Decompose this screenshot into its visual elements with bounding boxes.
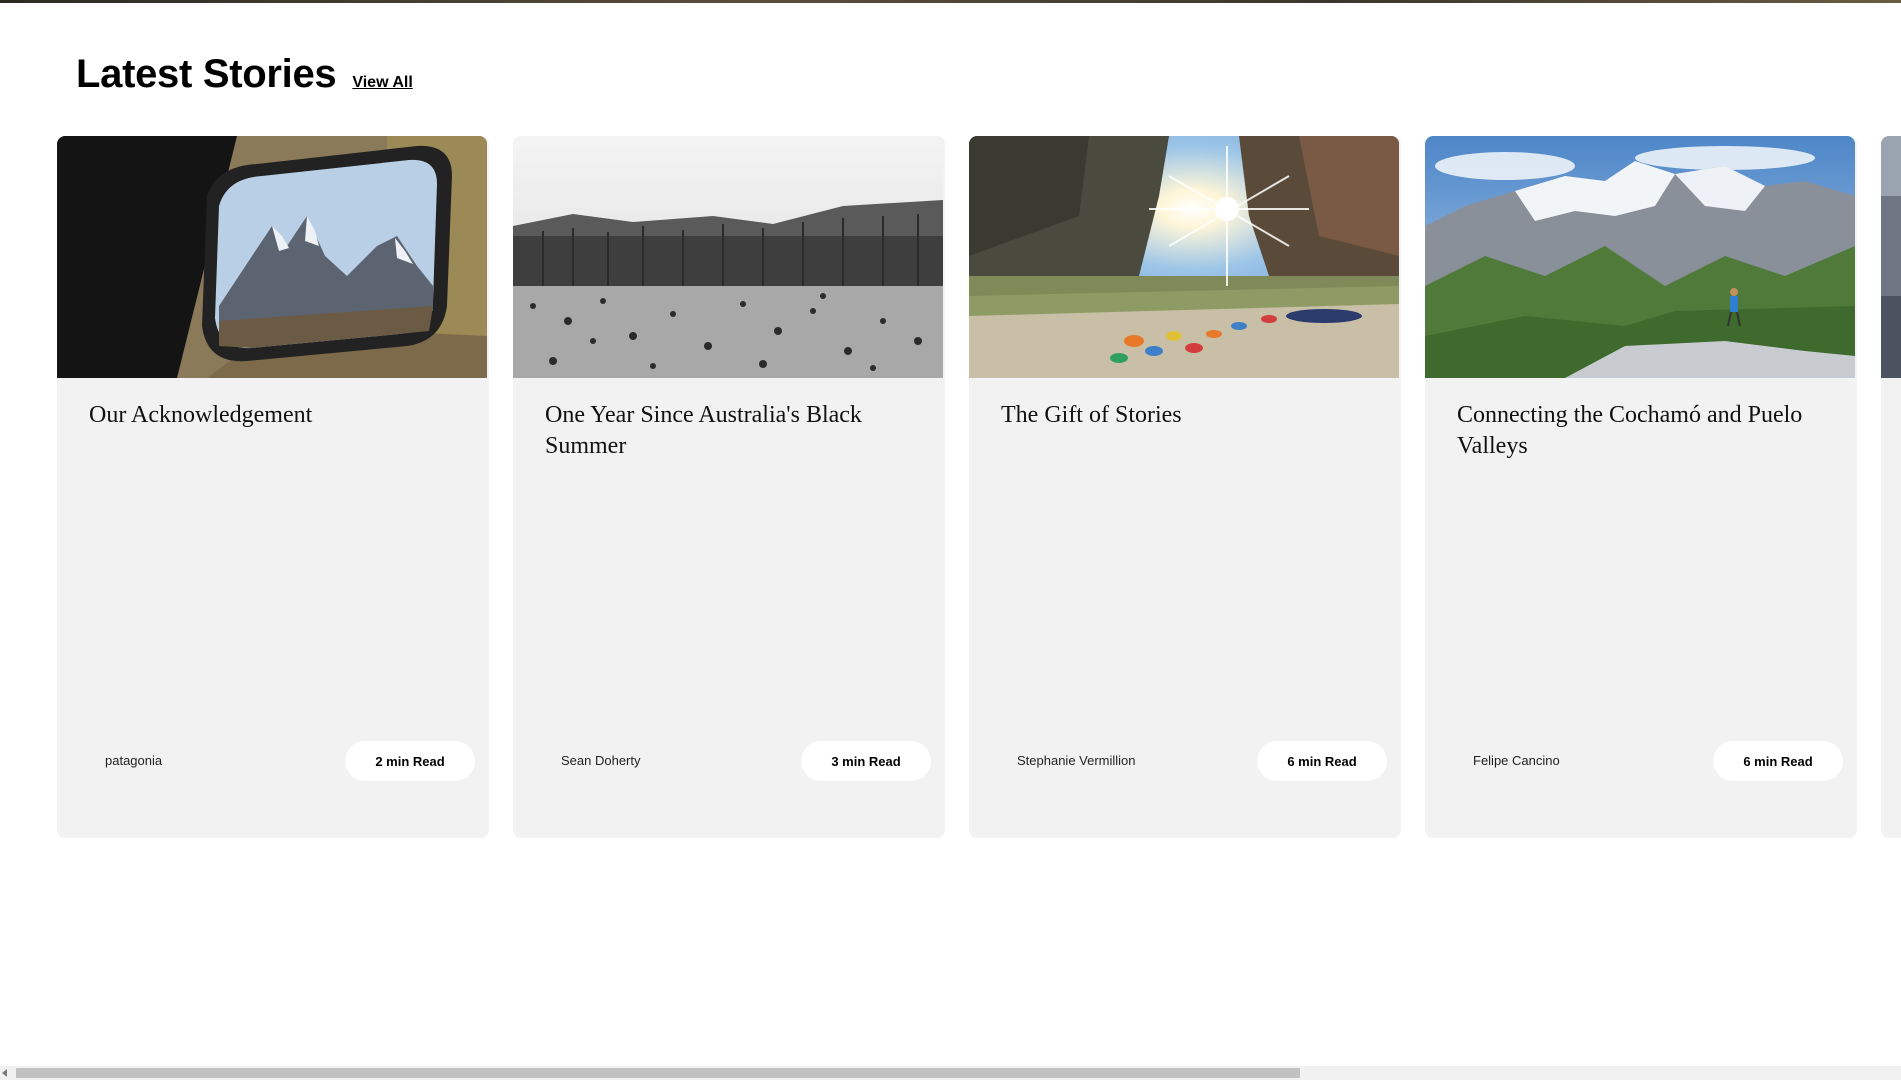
- story-author: Sean Doherty: [561, 753, 641, 768]
- read-time-badge: 6 min Read: [1257, 741, 1387, 781]
- view-all-link[interactable]: View All: [352, 74, 412, 92]
- story-title[interactable]: The Gift of Stories: [1001, 400, 1377, 431]
- mirror-mountain-photo-icon: [57, 136, 487, 378]
- stories-carousel[interactable]: Our Acknowledgement patagonia 2 min Read: [57, 136, 1901, 838]
- horizontal-scrollbar[interactable]: [0, 1066, 1901, 1080]
- river-canyon-sunburst-photo-icon: [969, 136, 1399, 378]
- partial-photo-icon: [1881, 136, 1901, 378]
- story-image: [57, 136, 487, 378]
- story-image: [1425, 136, 1855, 378]
- story-title[interactable]: Our Acknowledgement: [89, 400, 465, 431]
- read-time-badge: 2 min Read: [345, 741, 475, 781]
- story-title[interactable]: One Year Since Australia's Black Summer: [545, 400, 921, 462]
- story-image: [1881, 136, 1901, 378]
- story-title[interactable]: Connecting the Cochamó and Puelo Valleys: [1457, 400, 1833, 462]
- story-card[interactable]: Our Acknowledgement patagonia 2 min Read: [57, 136, 489, 838]
- scrollbar-thumb[interactable]: [16, 1068, 1300, 1078]
- hero-image-bottom-edge: [0, 0, 1901, 3]
- story-card[interactable]: One Year Since Australia's Black Summer …: [513, 136, 945, 838]
- story-author: patagonia: [105, 753, 163, 768]
- story-card-partial[interactable]: [1881, 136, 1901, 838]
- section-header: Latest Stories View All: [76, 52, 413, 97]
- story-card[interactable]: Connecting the Cochamó and Puelo Valleys…: [1425, 136, 1857, 838]
- story-author: Felipe Cancino: [1473, 753, 1560, 768]
- story-image: [513, 136, 943, 378]
- section-title: Latest Stories: [76, 52, 337, 96]
- story-card[interactable]: The Gift of Stories Stephanie Vermillion…: [969, 136, 1401, 838]
- snowy-mountains-hiker-photo-icon: [1425, 136, 1855, 378]
- read-time-badge: 3 min Read: [801, 741, 931, 781]
- story-author: Stephanie Vermillion: [1017, 753, 1136, 768]
- scroll-left-arrow-icon[interactable]: [2, 1069, 7, 1077]
- burnt-forest-photo-icon: [513, 136, 943, 378]
- read-time-badge: 6 min Read: [1713, 741, 1843, 781]
- story-image: [969, 136, 1399, 378]
